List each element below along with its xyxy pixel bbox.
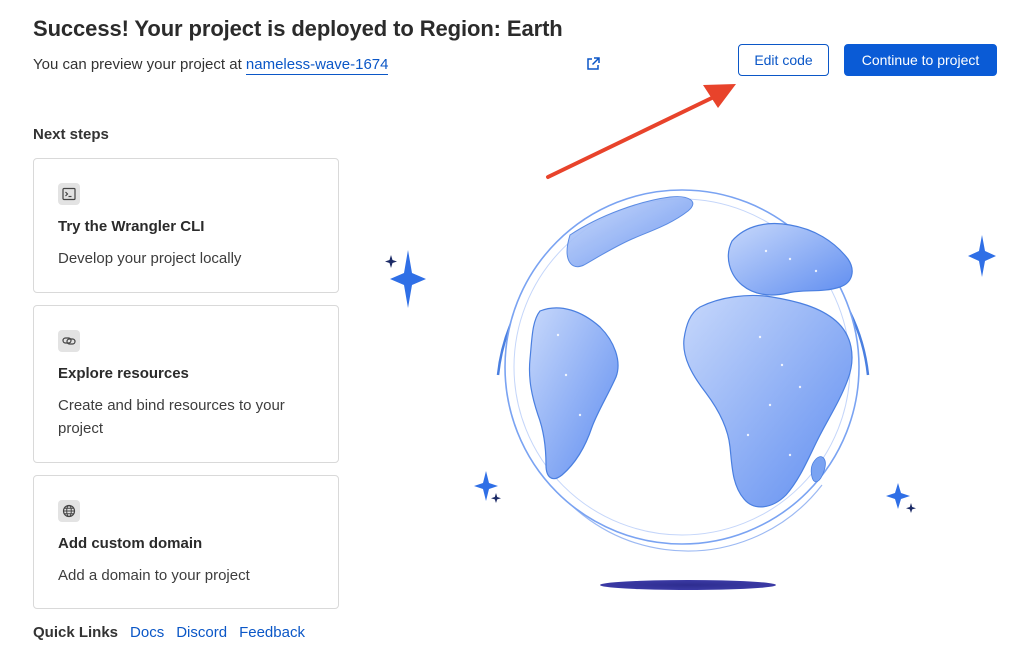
globe-shadow-icon xyxy=(600,580,776,590)
globe-illustration xyxy=(385,84,996,590)
page-title: Success! Your project is deployed to Reg… xyxy=(33,16,563,41)
continue-to-project-button[interactable]: Continue to project xyxy=(844,44,997,76)
next-steps-heading: Next steps xyxy=(33,126,109,143)
discord-link[interactable]: Discord xyxy=(176,624,227,641)
quick-links: Quick Links Docs Discord Feedback xyxy=(33,624,305,641)
link-icon xyxy=(58,330,80,352)
external-link-icon[interactable] xyxy=(585,56,601,72)
card-add-custom-domain[interactable]: Add custom domain Add a domain to your p… xyxy=(33,475,339,609)
quick-links-label: Quick Links xyxy=(33,624,119,641)
card-title: Explore resources xyxy=(58,365,189,382)
card-description: Create and bind resources to your projec… xyxy=(58,397,285,437)
preview-link[interactable]: nameless-wave-1674 xyxy=(245,56,389,75)
card-description: Add a domain to your project xyxy=(58,567,250,584)
card-wrangler-cli[interactable]: Try the Wrangler CLI Develop your projec… xyxy=(33,158,339,293)
card-explore-resources[interactable]: Explore resources Create and bind resour… xyxy=(33,305,339,463)
preview-line: You can preview your project at nameless… xyxy=(33,56,389,75)
sparkle-icon xyxy=(474,471,501,503)
sparkle-icon xyxy=(886,483,916,513)
preview-prefix: You can preview your project at xyxy=(33,56,242,73)
annotation-arrow-icon xyxy=(546,84,736,179)
docs-link[interactable]: Docs xyxy=(130,624,164,641)
terminal-icon xyxy=(58,183,80,205)
sparkle-icon xyxy=(968,235,996,277)
sparkle-icon xyxy=(385,250,426,308)
card-title: Try the Wrangler CLI xyxy=(58,218,205,235)
globe-icon xyxy=(58,500,80,522)
card-description: Develop your project locally xyxy=(58,250,242,267)
edit-code-button[interactable]: Edit code xyxy=(738,44,829,76)
card-title: Add custom domain xyxy=(58,535,203,552)
feedback-link[interactable]: Feedback xyxy=(239,624,305,641)
